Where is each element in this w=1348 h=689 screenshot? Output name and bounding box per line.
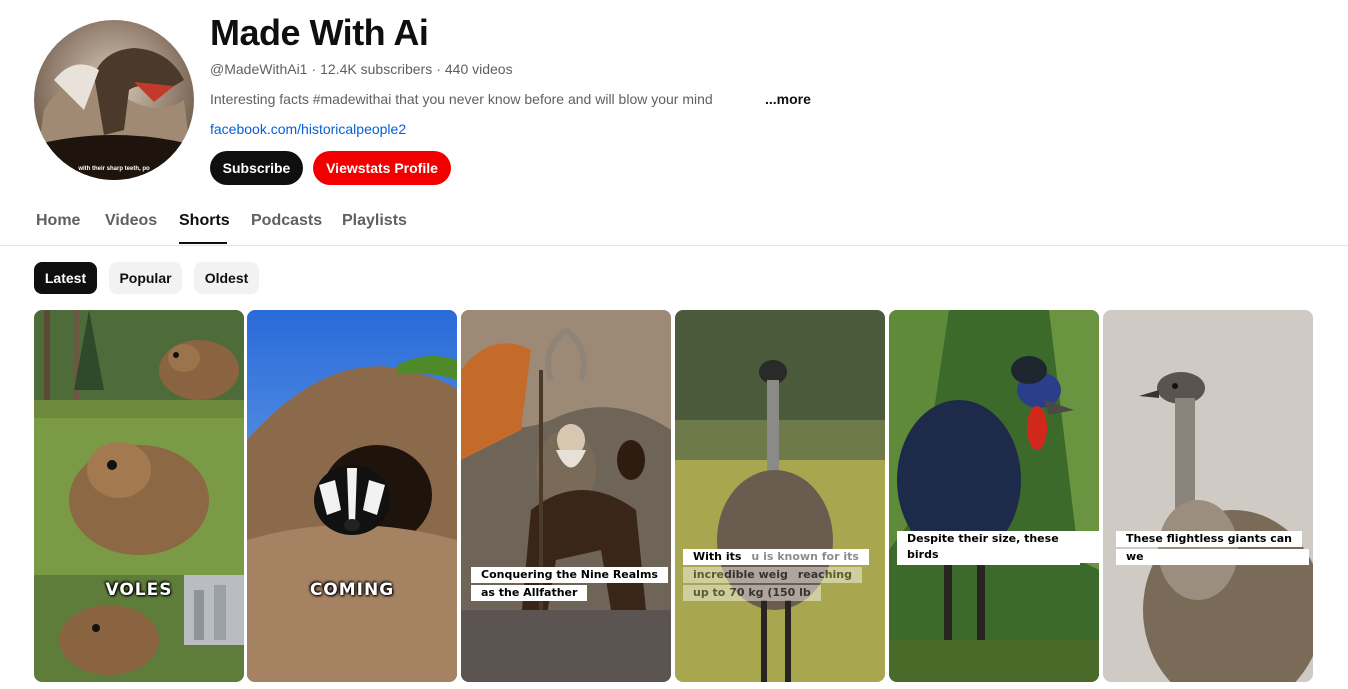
channel-avatar[interactable]: with their sharp teeth, po [34, 20, 194, 180]
channel-external-link[interactable]: facebook.com/historicalpeople2 [210, 121, 406, 137]
short-thumbnail-emu[interactable]: With its u is known for its incredible we… [675, 310, 885, 682]
more-link[interactable]: ...more [765, 91, 811, 107]
tab-playlists[interactable]: Playlists [342, 212, 407, 230]
short-caption: Conquering the Nine Realms as the Allfat… [471, 567, 671, 603]
active-tab-indicator [179, 242, 227, 244]
short-caption: With its u is known for its incredible we… [683, 549, 885, 603]
channel-handle: @MadeWithAi1 [210, 61, 308, 77]
short-thumbnail-emu-portrait[interactable]: These flightless giants can we [1103, 310, 1313, 682]
meta-separator: · [436, 61, 441, 77]
channel-description[interactable]: Interesting facts #madewithai that you n… [210, 91, 713, 107]
short-thumbnail-voles[interactable]: VOLES [34, 310, 244, 682]
short-thumbnail-allfather[interactable]: Conquering the Nine Realms as the Allfat… [461, 310, 671, 682]
tab-home[interactable]: Home [36, 212, 80, 230]
tab-videos[interactable]: Videos [105, 212, 157, 230]
viewstats-profile-button[interactable]: Viewstats Profile [313, 151, 451, 185]
short-caption: These flightless giants can we [1116, 531, 1313, 567]
short-thumbnail-badger[interactable]: COMING [247, 310, 457, 682]
caption-underline [897, 563, 1080, 565]
meta-separator: · [311, 61, 317, 77]
short-thumbnail-cassowary[interactable]: Despite their size, these birds [889, 310, 1099, 682]
video-count: 440 videos [444, 61, 513, 77]
avatar-caption: with their sharp teeth, po [78, 166, 150, 172]
short-caption: COMING [309, 580, 395, 600]
channel-tabs: Home Videos Shorts Podcasts Playlists [0, 198, 1348, 246]
subscriber-count: 12.4K subscribers [320, 61, 433, 77]
tab-podcasts[interactable]: Podcasts [251, 212, 322, 230]
subscribe-button[interactable]: Subscribe [210, 151, 303, 185]
short-caption: Despite their size, these birds [897, 531, 1099, 565]
channel-name: Made With Ai [210, 12, 429, 53]
channel-meta: @MadeWithAi1 · 12.4K subscribers · 440 video… [210, 61, 513, 77]
chip-oldest[interactable]: Oldest [194, 262, 259, 294]
chip-latest[interactable]: Latest [34, 262, 97, 294]
tab-shorts[interactable]: Shorts [179, 212, 230, 230]
chip-popular[interactable]: Popular [109, 262, 182, 294]
short-caption: VOLES [105, 580, 173, 600]
